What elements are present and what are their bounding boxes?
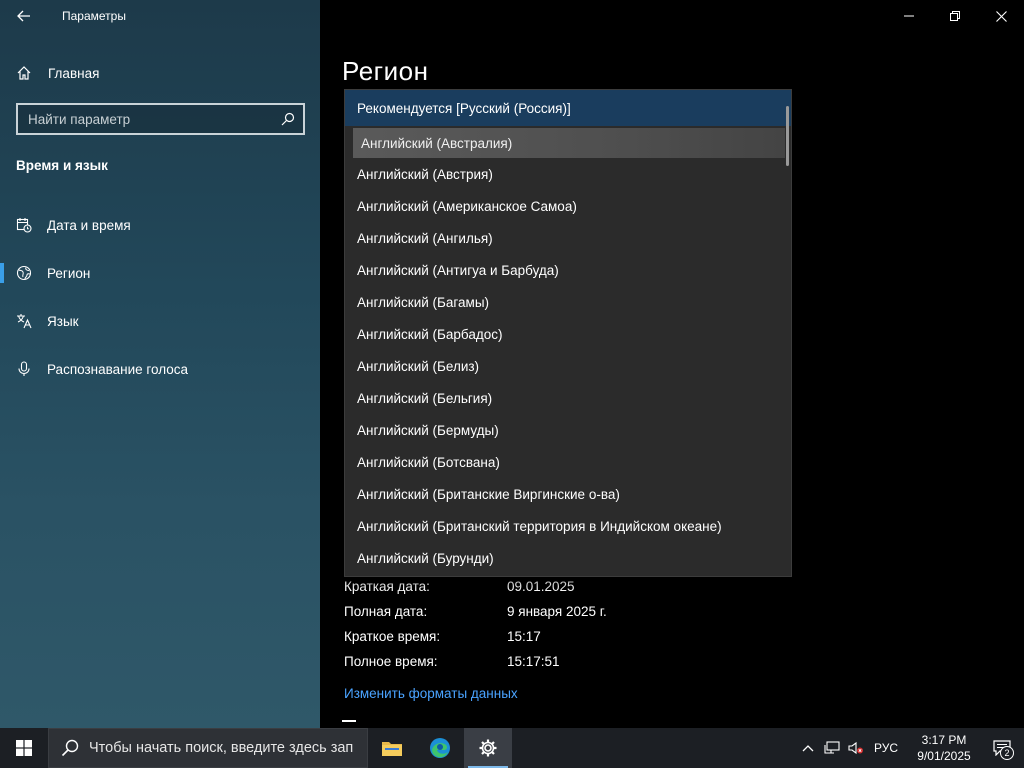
format-value: 15:17 xyxy=(507,629,541,644)
format-value: 15:17:51 xyxy=(507,654,560,669)
folder-icon xyxy=(382,742,402,756)
settings-search-box[interactable] xyxy=(16,103,305,135)
dropdown-option-hovered[interactable]: Английский (Австралия) xyxy=(353,128,785,158)
calendar-clock-icon xyxy=(0,217,47,233)
close-button[interactable] xyxy=(978,0,1024,32)
format-value: 9 января 2025 г. xyxy=(507,604,607,619)
regional-format-dropdown[interactable]: Рекомендуется [Русский (Россия)] Английс… xyxy=(344,89,792,577)
dropdown-option[interactable]: Английский (Барбадос) xyxy=(345,318,791,350)
language-icon xyxy=(0,313,47,329)
dropdown-option[interactable]: Английский (Бермуды) xyxy=(345,414,791,446)
dropdown-option[interactable]: Английский (Британский территория в Инди… xyxy=(345,510,791,542)
start-button[interactable] xyxy=(0,728,48,768)
search-icon[interactable] xyxy=(281,112,295,126)
input-language-indicator[interactable]: РУС xyxy=(874,741,898,755)
sidebar-item-label: Дата и время xyxy=(47,217,131,233)
dropdown-option[interactable]: Английский (Ангилья) xyxy=(345,222,791,254)
taskbar-search-input[interactable] xyxy=(89,740,365,756)
show-hidden-icons-button[interactable] xyxy=(796,728,820,768)
format-row: Краткое время: 15:17 xyxy=(344,624,607,649)
settings-sidebar: Параметры Главная Время и язык Дата и вр… xyxy=(0,0,320,728)
action-center-button[interactable]: 2 xyxy=(980,728,1024,768)
clock-time: 3:17 PM xyxy=(921,733,967,747)
system-tray: РУС 3:17 PM 9/01/2025 2 xyxy=(796,728,1024,768)
format-row: Полная дата: 9 января 2025 г. xyxy=(344,599,607,624)
dropdown-option[interactable]: Английский (Ботсвана) xyxy=(345,446,791,478)
volume-button[interactable] xyxy=(844,728,868,768)
taskbar: РУС 3:17 PM 9/01/2025 2 xyxy=(0,728,1024,768)
close-icon xyxy=(995,10,1007,22)
format-label: Краткое время: xyxy=(344,629,441,644)
taskbar-file-explorer[interactable] xyxy=(368,728,416,768)
restore-button[interactable] xyxy=(932,0,978,32)
taskbar-search-box[interactable] xyxy=(48,728,368,768)
regional-formats-table: Краткая дата: 09.01.2025 Полная дата: 9 … xyxy=(344,574,607,674)
dropdown-selected-option[interactable]: Рекомендуется [Русский (Россия)] xyxy=(345,90,791,126)
dropdown-option[interactable]: Английский (Багамы) xyxy=(345,286,791,318)
page-title: Регион xyxy=(342,56,429,86)
sidebar-item-speech[interactable]: Распознавание голоса xyxy=(0,349,320,389)
chevron-up-icon xyxy=(802,745,814,752)
sidebar-item-label: Язык xyxy=(47,313,79,329)
dropdown-options-list: Английский (Австрия) Английский (Америка… xyxy=(345,158,791,574)
globe-icon xyxy=(0,265,47,281)
search-icon xyxy=(61,739,79,757)
edge-browser-icon xyxy=(430,738,450,758)
sidebar-item-region[interactable]: Регион xyxy=(0,253,320,293)
title-bar: Параметры xyxy=(0,0,320,32)
restore-icon xyxy=(950,11,960,21)
window-controls xyxy=(886,0,1024,32)
volume-muted-icon xyxy=(848,741,863,755)
dropdown-option[interactable]: Английский (Бельгия) xyxy=(345,382,791,414)
microphone-icon xyxy=(0,361,47,377)
back-button[interactable] xyxy=(0,0,48,32)
sidebar-item-home[interactable]: Главная xyxy=(0,56,320,90)
dropdown-option[interactable]: Английский (Антигуа и Барбуда) xyxy=(345,254,791,286)
network-button[interactable] xyxy=(820,728,844,768)
dropdown-option[interactable]: Английский (Белиз) xyxy=(345,350,791,382)
sidebar-item-label: Регион xyxy=(47,265,91,281)
taskbar-settings[interactable] xyxy=(464,728,512,768)
dropdown-option[interactable]: Английский (Бурунди) xyxy=(345,542,791,574)
sidebar-item-date-time[interactable]: Дата и время xyxy=(0,205,320,245)
taskbar-edge[interactable] xyxy=(416,728,464,768)
section-title: Время и язык xyxy=(16,158,108,173)
home-icon xyxy=(0,65,48,81)
sidebar-item-label: Главная xyxy=(48,65,100,81)
format-value: 09.01.2025 xyxy=(507,579,575,594)
next-section-heading-fragment xyxy=(342,720,356,728)
dropdown-option[interactable]: Английский (Австрия) xyxy=(345,158,791,190)
active-indicator xyxy=(0,263,4,283)
format-label: Полная дата: xyxy=(344,604,428,619)
back-arrow-icon xyxy=(17,10,30,22)
minimize-icon xyxy=(904,15,914,17)
settings-search-input[interactable] xyxy=(28,111,268,127)
notification-count-badge: 2 xyxy=(1000,746,1014,760)
clock[interactable]: 3:17 PM 9/01/2025 xyxy=(908,732,980,764)
format-row: Краткая дата: 09.01.2025 xyxy=(344,574,607,599)
dropdown-option[interactable]: Английский (Американское Самоа) xyxy=(345,190,791,222)
dropdown-scrollbar-thumb[interactable] xyxy=(786,106,789,166)
change-formats-link[interactable]: Изменить форматы данных xyxy=(344,686,518,701)
minimize-button[interactable] xyxy=(886,0,932,32)
windows-logo-icon xyxy=(16,740,32,756)
format-label: Полное время: xyxy=(344,654,438,669)
gear-icon xyxy=(479,739,497,757)
format-label: Краткая дата: xyxy=(344,579,430,594)
sidebar-item-language[interactable]: Язык xyxy=(0,301,320,341)
format-row: Полное время: 15:17:51 xyxy=(344,649,607,674)
clock-date: 9/01/2025 xyxy=(917,749,971,763)
network-icon xyxy=(824,741,840,754)
app-title: Параметры xyxy=(62,9,126,23)
sidebar-item-label: Распознавание голоса xyxy=(47,361,189,377)
dropdown-option[interactable]: Английский (Британские Виргинские о-ва) xyxy=(345,478,791,510)
